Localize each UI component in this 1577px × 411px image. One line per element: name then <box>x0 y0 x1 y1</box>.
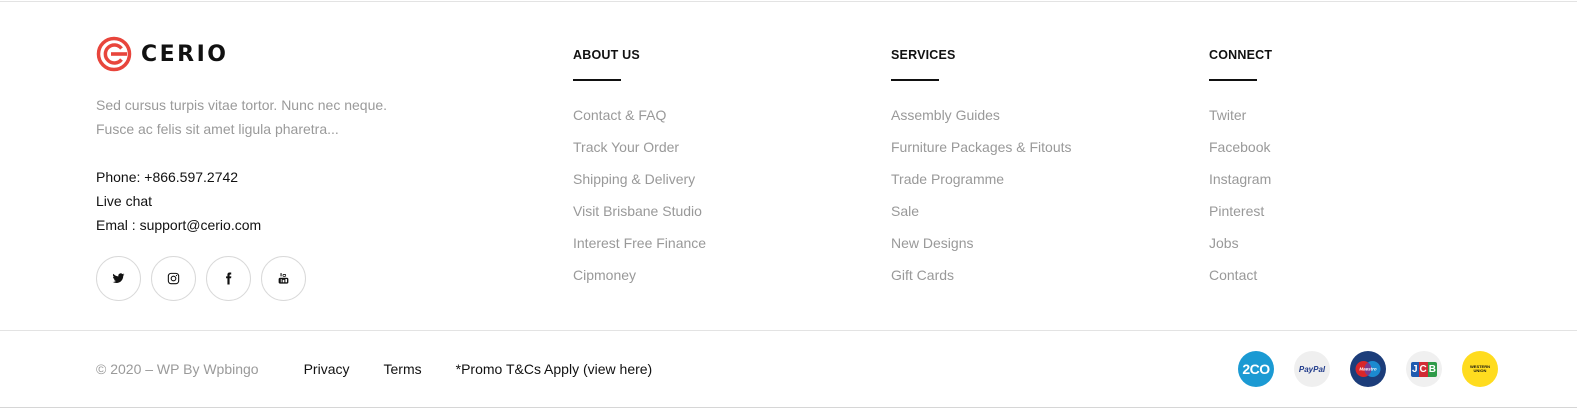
footer-divider <box>0 330 1577 331</box>
footer-link-jobs[interactable]: Jobs <box>1209 231 1272 263</box>
payment-2co-icon: 2CO <box>1238 351 1274 387</box>
column-title-about: ABOUT US <box>573 48 640 62</box>
payment-maestro-label: Maestro <box>1359 367 1377 372</box>
footer-link-twitter[interactable]: Twiter <box>1209 103 1272 135</box>
column-rule <box>891 79 939 81</box>
payment-paypal-icon: PayPal <box>1294 351 1330 387</box>
footer-link-shipping[interactable]: Shipping & Delivery <box>573 167 706 199</box>
payment-jcb-icon: JCB <box>1406 351 1442 387</box>
footer-column-connect: CONNECT Twiter Facebook Instagram Pinter… <box>1209 46 1272 295</box>
column-rule <box>1209 79 1257 81</box>
payment-western-union-icon: WESTERN UNION <box>1462 351 1498 387</box>
jcb-b: B <box>1427 361 1438 377</box>
payment-2co-label: 2CO <box>1242 361 1270 377</box>
footer-bottom-bar: © 2020 – WP By Wpbingo Privacy Terms *Pr… <box>96 357 686 381</box>
footer-link-sale[interactable]: Sale <box>891 199 1072 231</box>
contact-email: Emal : support@cerio.com <box>96 217 262 233</box>
jcb-j: J <box>1410 361 1419 377</box>
twitter-icon <box>112 273 125 283</box>
contact-info: Phone: +866.597.2742 Live chat Emal : su… <box>96 165 261 237</box>
social-twitter-button[interactable] <box>96 256 141 301</box>
social-facebook-button[interactable] <box>206 256 251 301</box>
social-youtube-button[interactable] <box>261 256 306 301</box>
payment-maestro-icon: Maestro <box>1350 351 1386 387</box>
about-links: Contact & FAQ Track Your Order Shipping … <box>573 103 706 295</box>
privacy-link[interactable]: Privacy <box>304 361 350 377</box>
payment-paypal-label: PayPal <box>1298 364 1326 374</box>
footer-column-about: ABOUT US Contact & FAQ Track Your Order … <box>573 46 706 295</box>
top-divider <box>0 1 1577 2</box>
social-instagram-button[interactable] <box>151 256 196 301</box>
contact-phone: Phone: +866.597.2742 <box>96 169 239 185</box>
footer-link-contact-faq[interactable]: Contact & FAQ <box>573 103 706 135</box>
instagram-icon <box>167 272 180 285</box>
brand-description: Sed cursus turpis vitae tortor. Nunc nec… <box>96 97 388 137</box>
services-links: Assembly Guides Furniture Packages & Fit… <box>891 103 1072 295</box>
footer-link-instagram[interactable]: Instagram <box>1209 167 1272 199</box>
footer-link-studio[interactable]: Visit Brisbane Studio <box>573 199 706 231</box>
maestro-circles-icon: Maestro <box>1355 361 1381 377</box>
payment-methods: 2CO PayPal Maestro JCB WESTERN UNION <box>1238 351 1498 387</box>
jcb-c: C <box>1418 361 1428 377</box>
youtube-icon <box>278 273 289 284</box>
footer-link-assembly[interactable]: Assembly Guides <box>891 103 1072 135</box>
contact-livechat[interactable]: Live chat <box>96 189 261 213</box>
footer-column-services: SERVICES Assembly Guides Furniture Packa… <box>891 46 1072 295</box>
footer-link-contact[interactable]: Contact <box>1209 263 1272 295</box>
bottom-divider <box>0 407 1577 408</box>
footer-link-cipmoney[interactable]: Cipmoney <box>573 263 706 295</box>
wu-line2: UNION <box>1473 368 1487 373</box>
footer-link-track-order[interactable]: Track Your Order <box>573 135 706 167</box>
social-links <box>96 256 306 301</box>
column-title-services: SERVICES <box>891 48 956 62</box>
terms-link[interactable]: Terms <box>384 361 422 377</box>
cerio-logo-icon <box>96 36 132 72</box>
footer-link-finance[interactable]: Interest Free Finance <box>573 231 706 263</box>
footer-link-new-designs[interactable]: New Designs <box>891 231 1072 263</box>
connect-links: Twiter Facebook Instagram Pinterest Jobs… <box>1209 103 1272 295</box>
column-title-connect: CONNECT <box>1209 48 1273 62</box>
footer-link-pinterest[interactable]: Pinterest <box>1209 199 1272 231</box>
facebook-icon <box>226 272 232 285</box>
promo-terms-link[interactable]: *Promo T&Cs Apply (view here) <box>456 361 653 377</box>
footer-link-gift-cards[interactable]: Gift Cards <box>891 263 1072 295</box>
footer-link-packages[interactable]: Furniture Packages & Fitouts <box>891 135 1072 167</box>
column-rule <box>573 79 621 81</box>
footer-link-facebook[interactable]: Facebook <box>1209 135 1272 167</box>
footer-link-trade[interactable]: Trade Programme <box>891 167 1072 199</box>
copyright-text: © 2020 – WP By Wpbingo <box>96 361 259 377</box>
brand-name: CERIO <box>141 41 229 67</box>
brand-logo[interactable]: CERIO <box>96 36 229 72</box>
